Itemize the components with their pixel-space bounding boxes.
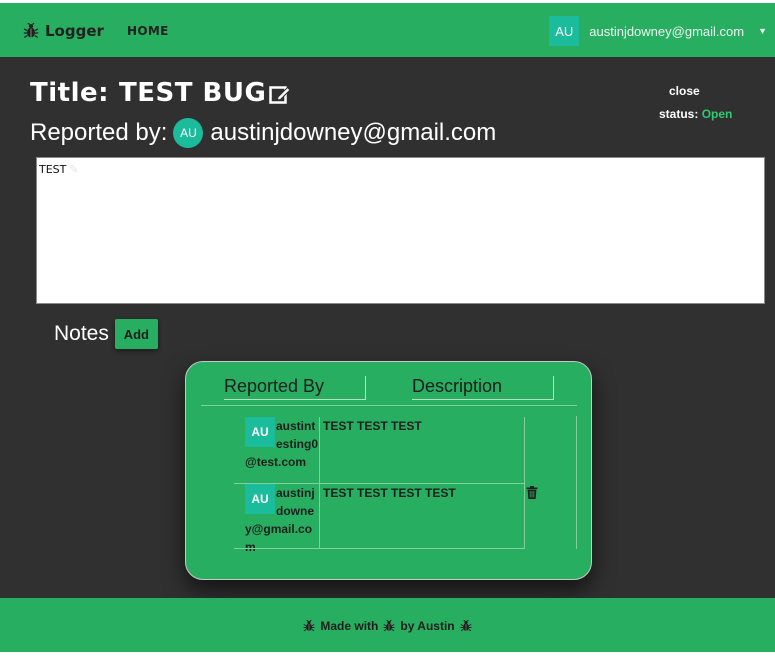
trash-icon[interactable]	[526, 486, 538, 499]
status-text: status: Open	[659, 107, 732, 121]
bug-details: Title: TEST BUG Reported by: AU austinjd…	[0, 57, 775, 598]
note-text: TEST TEST TEST	[323, 419, 422, 433]
column-header-reported-by: Reported By	[224, 376, 366, 400]
notes-title: Notes	[54, 322, 109, 345]
inline-edit-icon: ✎	[69, 163, 79, 176]
footer-suffix: by Austin	[400, 619, 455, 633]
nav-home-link[interactable]: HOME	[127, 24, 169, 38]
avatar: AU	[549, 16, 580, 46]
edit-icon[interactable]	[268, 82, 292, 106]
add-note-button[interactable]: Add	[114, 319, 158, 349]
row-divider	[234, 548, 525, 549]
notes-table: Reported By Description AU austintesting0…	[185, 361, 592, 580]
status-label: status:	[659, 107, 699, 121]
footer: Made with by Austin	[0, 598, 775, 652]
avatar: AU	[245, 417, 275, 447]
close-button[interactable]: close	[669, 84, 700, 98]
title-text: TEST BUG	[119, 78, 267, 108]
brand-name: Logger	[45, 22, 104, 40]
note-text: TEST TEST TEST TEST	[323, 486, 456, 500]
table-row-reporter: AU austintesting0@test.com	[234, 417, 320, 483]
bug-title: Title: TEST BUG	[30, 78, 292, 108]
column-divider	[576, 416, 577, 549]
bug-icon	[303, 620, 315, 632]
brand-link[interactable]: Logger	[23, 22, 104, 40]
navbar: Logger HOME AU austinjdowney@gmail.com ▼	[0, 3, 775, 57]
bug-icon	[460, 620, 472, 632]
avatar: AU	[245, 484, 275, 514]
bug-icon	[383, 620, 395, 632]
caret-down-icon[interactable]: ▼	[758, 26, 767, 36]
table-row-description: TEST TEST TEST TEST	[320, 484, 525, 549]
reported-by: Reported by: AU austinjdowney@gmail.com	[30, 118, 496, 148]
title-label: Title:	[30, 78, 110, 108]
footer-prefix: Made with	[320, 619, 379, 633]
reported-label: Reported by:	[30, 119, 168, 146]
user-menu[interactable]: AU austinjdowney@gmail.com ▼	[549, 16, 767, 46]
description-text: TEST ✎	[39, 163, 79, 176]
notes-header: Notes Add	[54, 319, 158, 349]
table-row-description: TEST TEST TEST	[320, 417, 525, 483]
column-header-description: Description	[412, 376, 554, 400]
avatar: AU	[173, 118, 204, 148]
header-divider	[201, 405, 577, 406]
table-row-reporter: AU austinjdowney@gmail.com	[234, 484, 320, 554]
bug-icon	[23, 23, 39, 39]
user-email: austinjdowney@gmail.com	[589, 23, 745, 39]
description-box[interactable]: TEST ✎	[36, 157, 765, 304]
status-value: Open	[701, 107, 733, 121]
reporter-email: austinjdowney@gmail.com	[210, 119, 497, 146]
